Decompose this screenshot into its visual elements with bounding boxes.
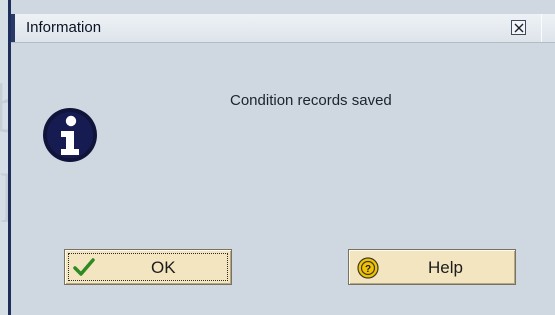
close-icon — [514, 23, 524, 33]
help-icon: ? — [357, 257, 379, 279]
titlebar-accent — [11, 14, 15, 42]
svg-text:?: ? — [365, 264, 371, 275]
close-button[interactable] — [511, 20, 526, 35]
ok-button-label: OK — [151, 258, 176, 277]
help-button-label: Help — [428, 258, 463, 277]
titlebar-divider — [541, 14, 542, 42]
info-icon — [43, 108, 97, 162]
help-button[interactable]: ? Help — [348, 249, 516, 285]
dialog-titlebar[interactable]: Information — [11, 14, 555, 43]
dialog-title: Information — [26, 19, 102, 36]
checkmark-icon — [73, 258, 95, 276]
dialog-message: Condition records saved — [230, 92, 392, 109]
ok-button[interactable]: OK — [64, 249, 232, 285]
